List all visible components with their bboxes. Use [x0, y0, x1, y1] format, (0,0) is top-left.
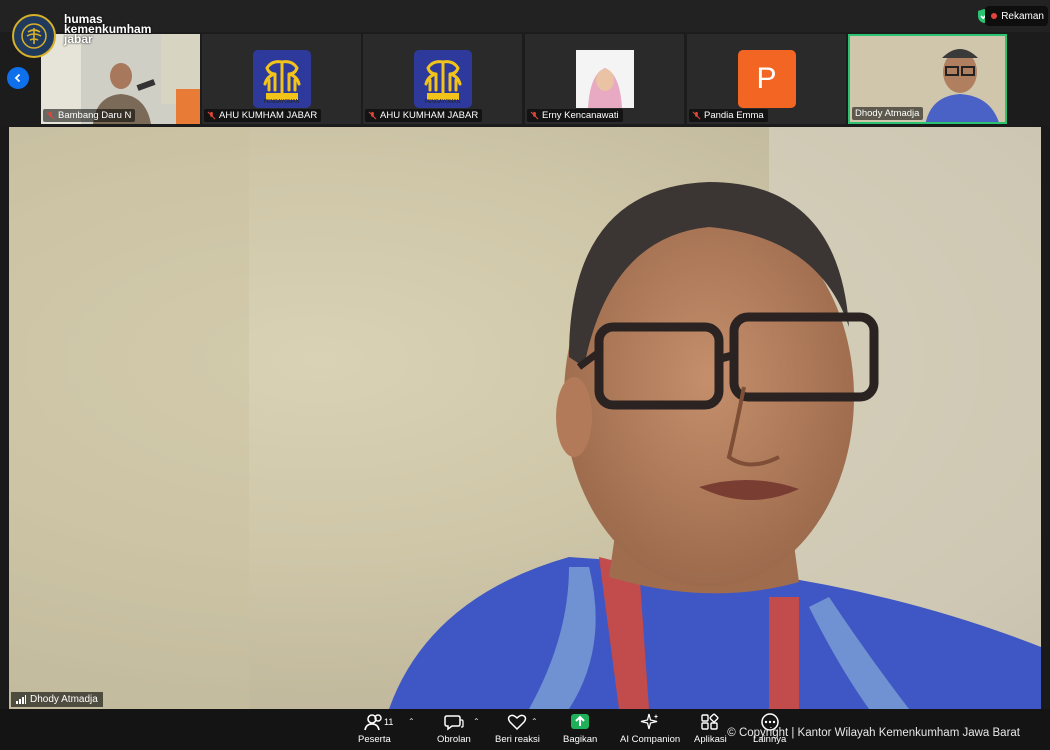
participant-name-tag: Bambang Daru N	[43, 109, 136, 122]
speaker-name: Dhody Atmadja	[30, 694, 98, 705]
brand-watermark: humas kemenkumham jabar	[12, 13, 151, 58]
mic-muted-icon	[368, 111, 377, 120]
mic-muted-icon	[46, 111, 55, 120]
brand-text: humas kemenkumham jabar	[64, 13, 151, 45]
apps-icon	[701, 713, 719, 730]
previous-page-button[interactable]	[7, 67, 29, 89]
participant-name: Bambang Daru N	[58, 110, 132, 121]
ai-companion-button[interactable]: AI Companion	[620, 713, 680, 745]
copyright-watermark: © Copyright | Kantor Wilayah Kemenkumham…	[727, 727, 1020, 739]
pengayoman-tree-icon	[424, 60, 461, 100]
participant-tile[interactable]: P Pandia Emma	[687, 34, 846, 124]
kemenkumham-seal-icon	[12, 14, 56, 58]
participant-name: AHU KUMHAM JABAR	[380, 110, 479, 121]
participant-tile-active-speaker[interactable]: Dhody Atmadja	[848, 34, 1007, 124]
participant-name-tag: AHU KUMHAM JABAR	[204, 109, 322, 122]
participants-caret-icon[interactable]: ⌃	[408, 717, 415, 726]
participant-name-tag: Pandia Emma	[689, 109, 768, 122]
speaker-video-feed	[9, 127, 1041, 709]
participant-name: Erny Kencanawati	[542, 110, 619, 121]
speaker-name-tag: Dhody Atmadja	[11, 692, 103, 707]
participant-tile[interactable]: PENGAYOMAN AHU KUMHAM JABAR	[363, 34, 522, 124]
sparkle-icon	[640, 713, 659, 730]
participant-name-tag: AHU KUMHAM JABAR	[365, 109, 483, 122]
chat-label: Obrolan	[437, 734, 471, 745]
recording-indicator[interactable]: Rekaman	[985, 6, 1048, 26]
recording-dot-icon	[991, 13, 998, 19]
pengayoman-tree-icon	[263, 60, 300, 100]
participants-count: 11	[384, 717, 394, 727]
pengayoman-logo: PENGAYOMAN	[413, 50, 472, 108]
chat-caret-icon[interactable]: ⌃	[473, 717, 480, 726]
participant-tile[interactable]: PENGAYOMAN AHU KUMHAM JABAR	[202, 34, 361, 124]
participant-name: Pandia Emma	[704, 110, 764, 121]
share-label: Bagikan	[563, 734, 598, 745]
ai-companion-label: AI Companion	[620, 734, 681, 745]
chat-icon	[444, 715, 464, 731]
main-speaker-video: Dhody Atmadja	[9, 127, 1041, 709]
top-bar: Rekaman	[0, 0, 1050, 32]
logo-caption: PENGAYOMAN	[263, 99, 300, 105]
share-screen-icon	[571, 714, 590, 729]
mic-muted-icon	[530, 111, 539, 120]
share-screen-button[interactable]: Bagikan	[563, 713, 597, 745]
pengayoman-logo: PENGAYOMAN	[252, 50, 311, 108]
signal-strength-icon	[16, 695, 26, 704]
profile-photo-icon	[575, 50, 634, 108]
apps-button[interactable]: Aplikasi	[694, 713, 727, 745]
participant-tile[interactable]: Erny Kencanawati	[525, 34, 684, 124]
participant-photo	[575, 50, 634, 108]
participant-name-tag: Erny Kencanawati	[527, 109, 623, 122]
participant-name: Dhody Atmadja	[855, 108, 920, 119]
participants-label: Peserta	[358, 734, 391, 745]
reactions-caret-icon[interactable]: ⌃	[531, 717, 538, 726]
heart-icon	[508, 714, 527, 731]
chevron-left-icon	[14, 73, 21, 83]
reactions-label: Beri reaksi	[495, 734, 540, 745]
apps-label: Aplikasi	[694, 734, 727, 745]
participants-icon	[364, 714, 383, 731]
logo-caption: PENGAYOMAN	[424, 99, 461, 105]
chat-button[interactable]: Obrolan	[437, 713, 471, 745]
recording-label: Rekaman	[1001, 10, 1044, 22]
mic-muted-icon	[207, 111, 216, 120]
participant-initial-avatar: P	[737, 50, 796, 108]
mic-muted-icon	[692, 111, 701, 120]
participant-name: AHU KUMHAM JABAR	[219, 110, 318, 121]
participant-name-tag: Dhody Atmadja	[852, 107, 924, 120]
